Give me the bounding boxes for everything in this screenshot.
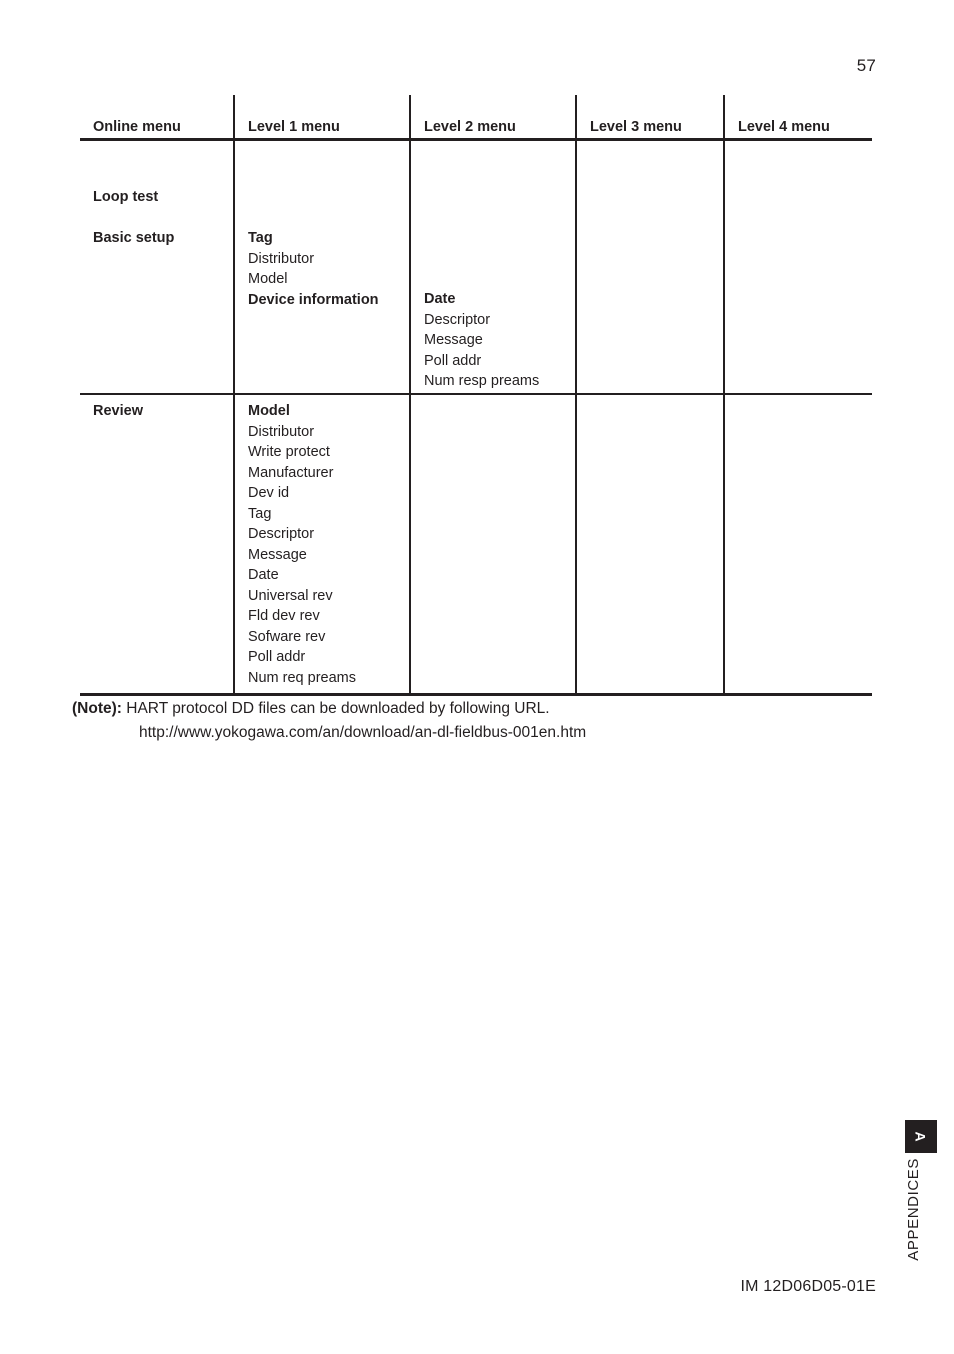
column-header-level-1-menu: Level 1 menu bbox=[248, 119, 340, 135]
level-2-item: Poll addr bbox=[424, 352, 482, 369]
column-header-level-2-menu: Level 2 menu bbox=[424, 119, 516, 135]
level-1-item: Fld dev rev bbox=[248, 608, 320, 624]
online-menu-basic-setup: Basic setup bbox=[93, 230, 175, 246]
row-1-level-2-list: Date Descriptor Message Poll addr Num re… bbox=[424, 289, 539, 392]
level-1-item: Dev id bbox=[248, 485, 290, 501]
appendix-tab-marker: A bbox=[905, 1120, 937, 1153]
row-2-level-1-list: Model Distributor Write protect Manufact… bbox=[248, 401, 356, 688]
column-divider-2 bbox=[409, 95, 411, 696]
level-1-item: Write protect bbox=[248, 444, 330, 460]
appendix-tab-label: APPENDICES bbox=[905, 1158, 922, 1261]
column-divider-4 bbox=[723, 95, 725, 696]
level-1-item: Manufacturer bbox=[248, 464, 334, 481]
level-2-item: Descriptor bbox=[424, 311, 491, 328]
level-1-item: Num req preams bbox=[248, 669, 356, 686]
column-header-level-4-menu: Level 4 menu bbox=[738, 119, 830, 135]
level-2-item: Date bbox=[424, 291, 456, 307]
level-1-item: Distributor bbox=[248, 423, 315, 440]
column-divider-1 bbox=[233, 95, 235, 696]
level-1-item: Tag bbox=[248, 230, 273, 246]
note-url[interactable]: http://www.yokogawa.com/an/download/an-d… bbox=[139, 721, 586, 745]
table-bottom-rule bbox=[80, 693, 872, 696]
level-1-item: Message bbox=[248, 546, 307, 563]
level-1-item: Model bbox=[248, 403, 290, 419]
level-1-item: Universal rev bbox=[248, 587, 333, 604]
level-1-item: Sofware rev bbox=[248, 628, 326, 645]
page-canvas: 57 Online menu Level 1 menu Level 2 menu… bbox=[0, 0, 954, 1354]
column-header-level-3-menu: Level 3 menu bbox=[590, 119, 682, 135]
row-divider-rule bbox=[80, 393, 872, 395]
column-header-online-menu: Online menu bbox=[93, 119, 181, 135]
level-2-item: Message bbox=[424, 332, 483, 348]
page-number: 57 bbox=[856, 56, 876, 75]
header-rule bbox=[80, 138, 872, 141]
online-menu-loop-test: Loop test bbox=[93, 189, 159, 205]
footer-document-id: IM 12D06D05-01E bbox=[740, 1278, 876, 1295]
row-1-level-1-list: Tag Distributor Model Device information bbox=[248, 228, 379, 310]
level-1-item: Date bbox=[248, 567, 279, 583]
level-1-item: Device information bbox=[248, 291, 379, 308]
appendix-tab-letter: A bbox=[913, 1131, 929, 1142]
level-1-item: Tag bbox=[248, 505, 272, 522]
online-menu-review: Review bbox=[93, 403, 143, 419]
level-1-item: Descriptor bbox=[248, 526, 315, 542]
level-1-item: Poll addr bbox=[248, 649, 306, 665]
note-block: (Note): HART protocol DD files can be do… bbox=[72, 697, 586, 745]
level-2-item: Num resp preams bbox=[424, 373, 540, 389]
column-divider-3 bbox=[575, 95, 577, 696]
note-label: (Note): bbox=[72, 700, 122, 717]
level-1-item: Distributor bbox=[248, 250, 315, 267]
level-1-item: Model bbox=[248, 271, 288, 287]
note-text: HART protocol DD files can be downloaded… bbox=[126, 700, 550, 717]
